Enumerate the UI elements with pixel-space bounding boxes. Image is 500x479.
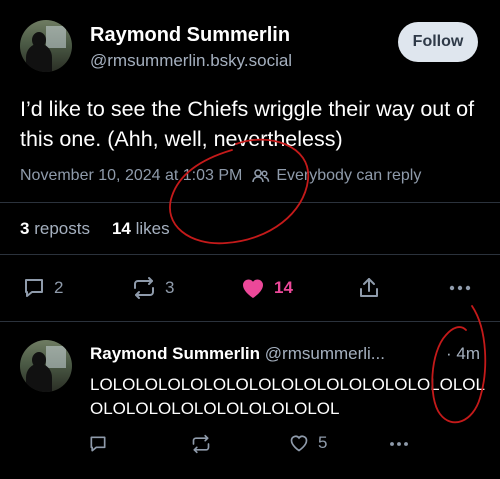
people-icon xyxy=(252,168,270,184)
divider xyxy=(0,202,500,203)
reply-header: Raymond Summerlin @rmsummerli... · 4m xyxy=(90,344,484,364)
post-actions: 2 3 14 xyxy=(0,270,500,306)
avatar[interactable] xyxy=(20,20,72,72)
follow-button[interactable]: Follow xyxy=(398,22,478,62)
more-dots-icon xyxy=(390,442,408,446)
repost-icon xyxy=(192,434,210,454)
share-icon xyxy=(360,278,378,297)
more-dots-icon xyxy=(449,285,471,291)
reply-age: · 4m xyxy=(446,344,480,363)
repost-button[interactable] xyxy=(190,434,212,454)
reply-button[interactable]: 2 xyxy=(22,276,63,300)
heart-filled-icon xyxy=(242,279,264,298)
likes-stat[interactable]: 14 likes xyxy=(112,219,170,239)
like-button[interactable]: 14 xyxy=(240,276,293,300)
share-button[interactable] xyxy=(357,276,381,300)
reply-count: 2 xyxy=(54,278,64,297)
post-timestamp[interactable]: November 10, 2024 at 1:03 PM xyxy=(20,167,242,185)
repost-count: 3 xyxy=(165,278,175,297)
reply-author-handle[interactable]: @rmsummerli... xyxy=(265,344,385,363)
like-button[interactable]: 5 xyxy=(288,433,327,453)
reply-actions: 5 xyxy=(0,430,500,460)
more-options-button[interactable] xyxy=(448,280,472,296)
heart-icon xyxy=(290,435,308,452)
avatar[interactable] xyxy=(20,340,72,392)
divider xyxy=(0,321,500,322)
post-meta: November 10, 2024 at 1:03 PM Everybody c… xyxy=(20,167,421,185)
speech-bubble-icon xyxy=(90,436,106,452)
more-options-button[interactable] xyxy=(388,437,410,451)
reply-setting[interactable]: Everybody can reply xyxy=(276,167,421,185)
reposts-stat[interactable]: 3 reposts xyxy=(20,219,90,239)
divider xyxy=(0,254,500,255)
post-stats: 3 reposts 14 likes xyxy=(20,219,170,239)
author-handle[interactable]: @rmsummerlin.bsky.social xyxy=(90,51,292,71)
speech-bubble-icon xyxy=(25,279,43,297)
post-text: I’d like to see the Chiefs wriggle their… xyxy=(20,97,475,151)
repost-icon xyxy=(134,277,154,299)
main-post: Raymond Summerlin @rmsummerlin.bsky.soci… xyxy=(0,0,500,320)
reply-text: LOLOLOLOLOLOLOLOLOLOLOLOLOLOLOLOLOLOLOLO… xyxy=(90,375,485,418)
author-name[interactable]: Raymond Summerlin xyxy=(90,24,290,47)
like-count: 5 xyxy=(318,433,328,452)
reply-button[interactable] xyxy=(88,434,108,454)
like-count: 14 xyxy=(274,278,293,297)
repost-button[interactable]: 3 xyxy=(131,276,174,300)
reply-author-name[interactable]: Raymond Summerlin xyxy=(90,344,260,363)
